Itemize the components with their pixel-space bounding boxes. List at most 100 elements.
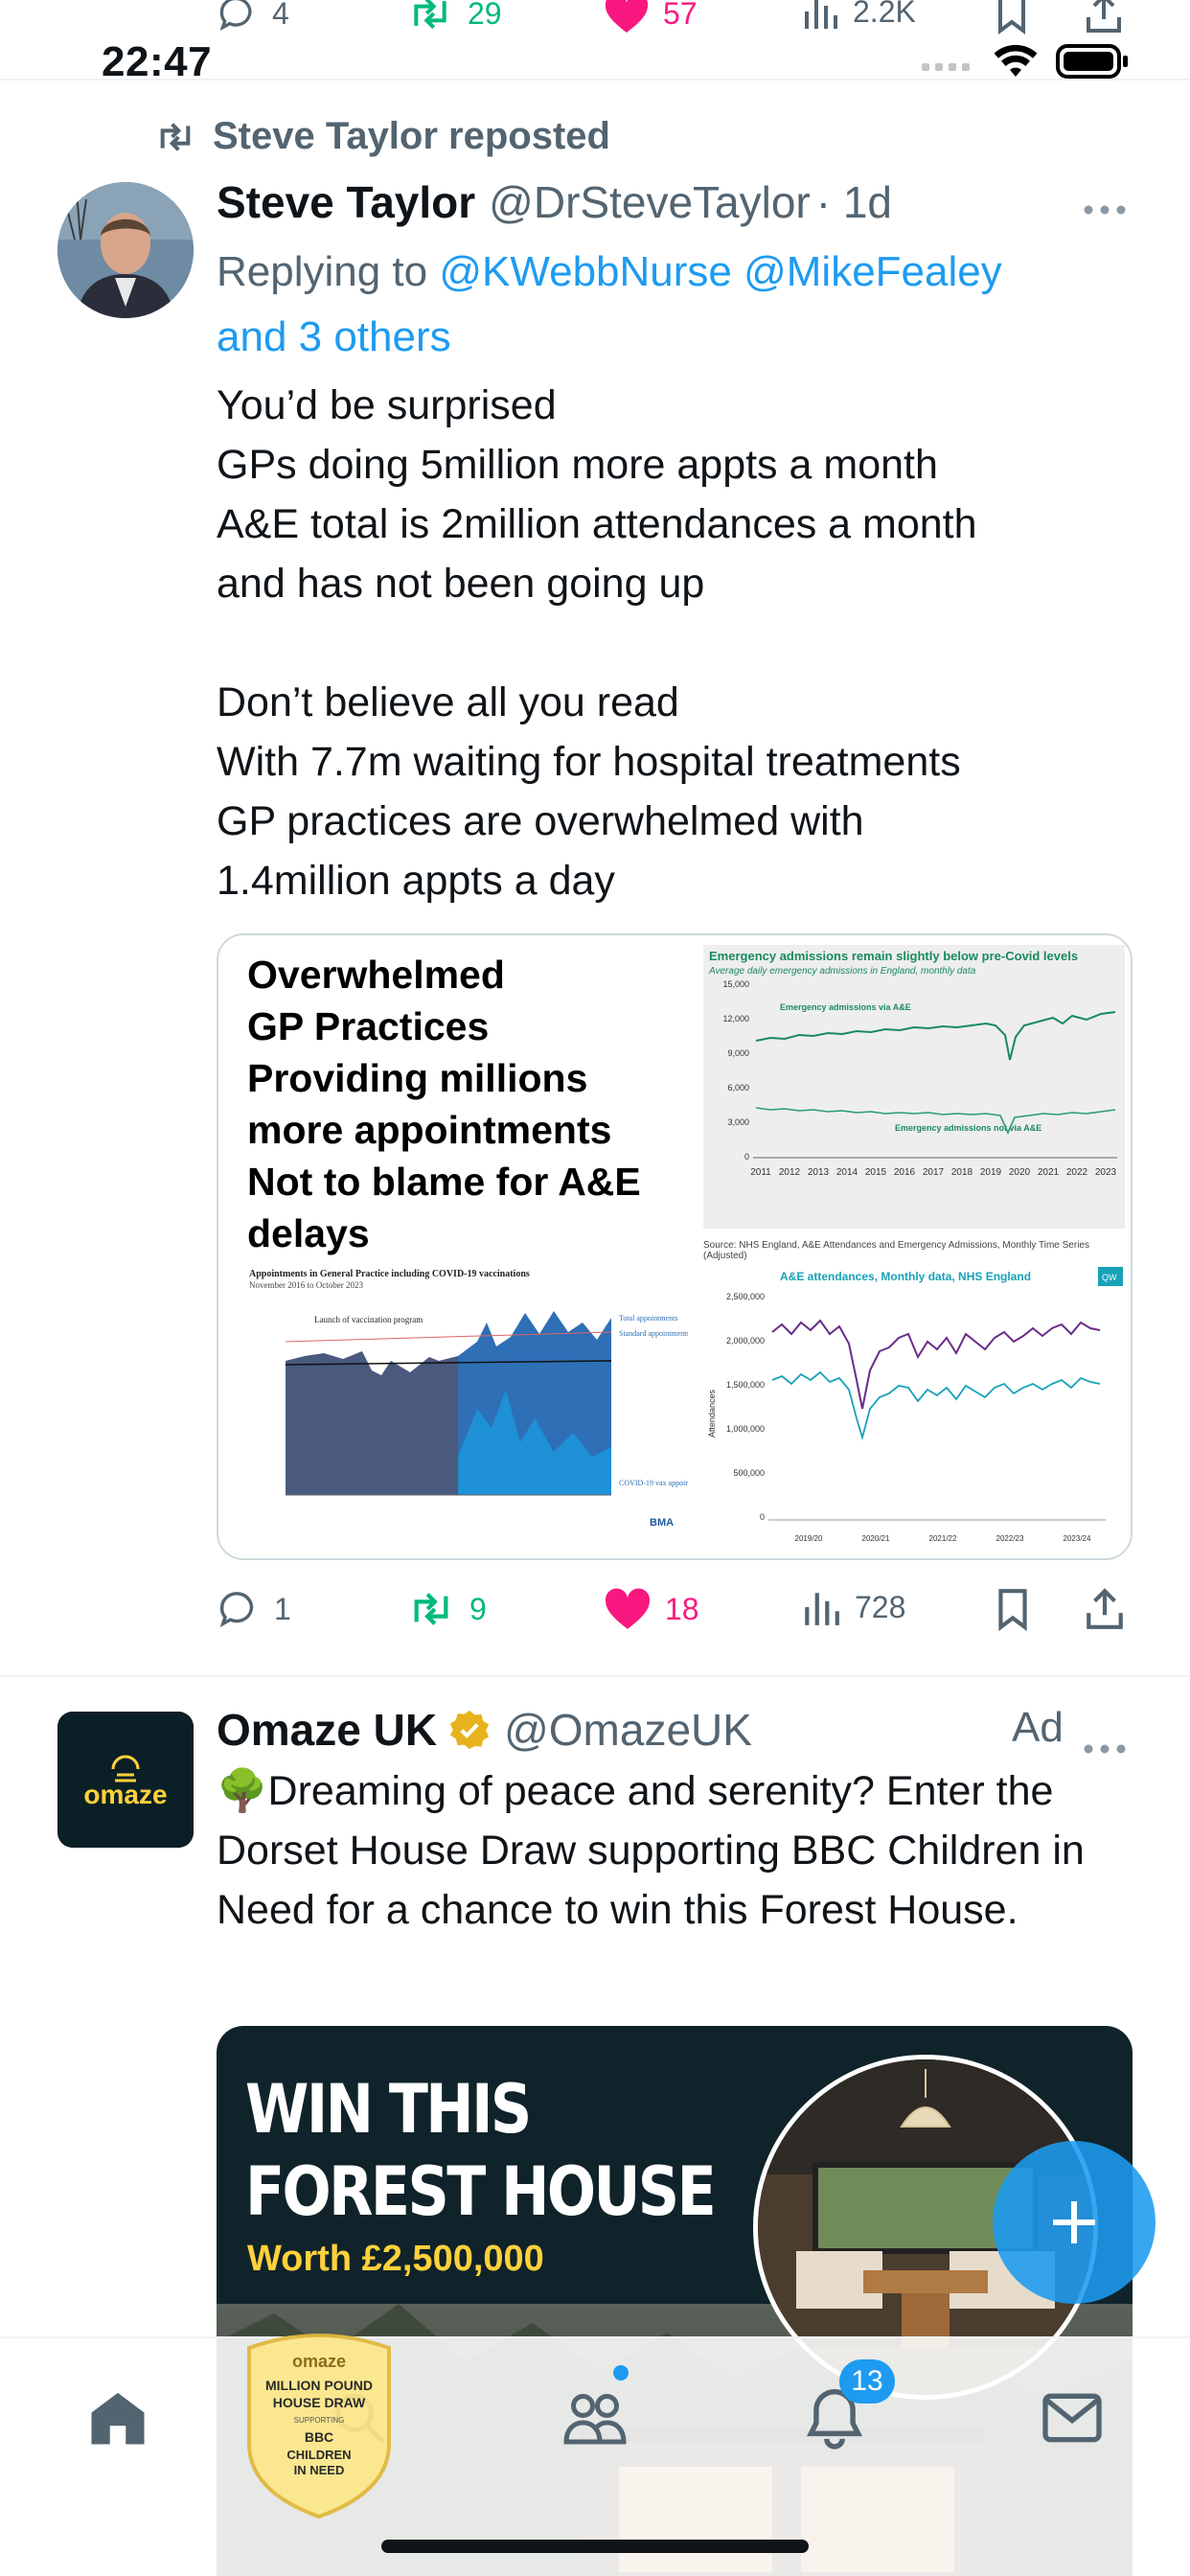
chart-title: A&E attendances, Monthly data, NHS Engla… xyxy=(780,1270,1031,1283)
avatar[interactable] xyxy=(57,182,194,318)
plus-icon xyxy=(1053,2201,1095,2243)
badge-line: HOUSE DRAW xyxy=(273,2395,366,2410)
system-icons xyxy=(922,44,1129,79)
tab-communities[interactable] xyxy=(552,2375,638,2461)
tweet-action-bar: 1 9 18 728 xyxy=(217,1579,1133,1646)
x-tick-label: 2017 xyxy=(923,1167,945,1178)
tweet-text: 🌳Dreaming of peace and serenity? Enter t… xyxy=(217,1768,1085,1933)
million-pound-house-draw-badge: omaze MILLION POUND HOUSE DRAW SUPPORTIN… xyxy=(247,2334,391,2519)
x-tick-label: 2012 xyxy=(779,1167,801,1178)
tab-home[interactable] xyxy=(75,2375,161,2461)
emergency-admissions-chart: Emergency admissions remain slightly bel… xyxy=(703,945,1125,1229)
y-tick-label: 6,000 xyxy=(727,1083,749,1092)
share-icon xyxy=(1087,1588,1123,1629)
avatar[interactable]: omaze xyxy=(57,1712,194,1848)
like-button[interactable]: 18 xyxy=(604,1587,699,1631)
heart-filled-icon xyxy=(605,0,649,33)
media-headline-line: Overwhelmed xyxy=(247,953,505,997)
media-headline-line: GP Practices xyxy=(247,1004,490,1048)
previous-tweet-action-bar: 4 29 57 2.2K xyxy=(0,0,1190,40)
views-chart-icon xyxy=(805,0,837,29)
avatar-photo xyxy=(57,182,194,318)
gp-appointments-plot: Appointments in General Practice includi… xyxy=(249,1269,710,1529)
qw-logo: QW xyxy=(1102,1273,1117,1282)
y-tick-label: 12,000 xyxy=(722,1014,749,1024)
tweet-time: · 1d xyxy=(815,177,893,227)
repost-icon xyxy=(160,122,191,151)
x-tick-label: 2020/21 xyxy=(862,1534,890,1543)
battery-icon xyxy=(1056,44,1128,79)
bookmark-button[interactable] xyxy=(993,0,1031,34)
views-button[interactable]: 728 xyxy=(801,1587,905,1627)
reply-button[interactable]: 4 xyxy=(217,0,289,34)
verified-gold-badge-icon xyxy=(449,1710,490,1750)
author-line: Omaze UK @OmazeUK xyxy=(217,1704,752,1756)
chart-title: Appointments in General Practice includi… xyxy=(249,1269,530,1279)
x-tick-label: 2018 xyxy=(951,1167,973,1178)
tab-messages[interactable] xyxy=(1029,2375,1115,2461)
media-headline-line: delays xyxy=(247,1211,370,1255)
more-options-button[interactable] xyxy=(1083,182,1127,225)
share-button[interactable] xyxy=(1085,1587,1125,1631)
area-standard-pre xyxy=(286,1351,458,1495)
chart-source: Source: NHS England, A&E Attendances and… xyxy=(703,1240,1089,1261)
series-line-via-ae xyxy=(755,1011,1116,1061)
emergency-admissions-plot: Emergency admissions remain slightly bel… xyxy=(708,949,1117,1178)
repost-count: 9 xyxy=(469,1591,487,1626)
reply-button[interactable]: 1 xyxy=(217,1587,291,1631)
x-tick-label: 2019/20 xyxy=(795,1534,823,1543)
repost-button[interactable]: 29 xyxy=(406,0,502,34)
repost-icon xyxy=(414,1593,448,1625)
replying-to-users[interactable]: @KWebbNurse @MikeFealey xyxy=(439,248,1001,295)
tweet-media-card[interactable]: Overwhelmed GP Practices Providing milli… xyxy=(217,933,1133,1560)
status-bar: 4 29 57 2.2K 22:47 xyxy=(0,0,1190,85)
omaze-avatar-text: omaze xyxy=(83,1780,167,1809)
repost-count: 29 xyxy=(468,0,502,31)
replying-to-others[interactable]: and 3 others xyxy=(217,313,451,360)
ad-headline-line-1: WIN THIS xyxy=(245,2070,532,2149)
author-name[interactable]: Steve Taylor xyxy=(217,176,475,228)
repost-icon xyxy=(414,0,446,30)
ae-attendances-chart: A&E attendances, Monthly data, NHS Engla… xyxy=(703,1265,1125,1549)
replying-to-prefix: Replying to xyxy=(217,248,440,295)
more-options-button[interactable] xyxy=(1083,1721,1127,1764)
home-indicator[interactable] xyxy=(381,2540,809,2553)
like-button[interactable]: 57 xyxy=(604,0,698,34)
y-tick-label: 0 xyxy=(744,1152,749,1162)
share-button[interactable] xyxy=(1085,0,1123,34)
x-tick-label: 2019 xyxy=(980,1167,1002,1178)
gp-appointments-chart: Appointments in General Practice includi… xyxy=(247,1265,710,1530)
ae-attendances-plot: A&E attendances, Monthly data, NHS Engla… xyxy=(707,1267,1123,1543)
bookmark-button[interactable] xyxy=(993,1587,1033,1631)
y-tick-label: 1,000,000 xyxy=(726,1424,765,1434)
tweet-text: You’d be surprised GPs doing 5million mo… xyxy=(217,382,977,904)
communities-new-dot xyxy=(613,2365,629,2380)
author-name[interactable]: Omaze UK xyxy=(217,1704,437,1756)
legend-total: Total appointments xyxy=(619,1314,677,1322)
chart-subtitle: November 2016 to October 2023 xyxy=(249,1280,363,1290)
x-tick-label: 2023/24 xyxy=(1064,1534,1091,1543)
views-count: 2.2K xyxy=(853,0,916,29)
y-tick-label: 15,000 xyxy=(722,979,749,989)
series-label-via-ae: Emergency admissions via A&E xyxy=(780,1002,911,1012)
y-axis-label: Attendances xyxy=(707,1389,717,1438)
views-button[interactable]: 2.2K xyxy=(801,0,916,31)
bookmark-icon xyxy=(998,1589,1027,1631)
repost-context-text: Steve Taylor reposted xyxy=(213,115,610,157)
author-handle[interactable]: @DrSteveTaylor xyxy=(489,176,811,228)
author-handle[interactable]: @OmazeUK xyxy=(504,1704,752,1756)
badge-line: CHILDREN xyxy=(286,2448,351,2462)
mail-icon xyxy=(1042,2393,1102,2443)
ad-headline: WIN THIS FOREST HOUSE xyxy=(245,2068,717,2233)
communities-icon xyxy=(563,2394,627,2445)
more-dots-icon xyxy=(1084,205,1126,215)
badge-line: IN NEED xyxy=(294,2463,345,2477)
badge-line: MILLION POUND xyxy=(265,2378,373,2393)
share-icon xyxy=(1087,0,1121,33)
x-tick-label: 2014 xyxy=(836,1167,858,1178)
repost-button[interactable]: 9 xyxy=(406,1587,487,1631)
notifications-badge: 13 xyxy=(839,2359,895,2404)
series-line-type1 xyxy=(771,1370,1101,1441)
ad-prize-value: Worth £2,500,000 xyxy=(247,2239,544,2279)
compose-tweet-button[interactable] xyxy=(993,2141,1156,2304)
